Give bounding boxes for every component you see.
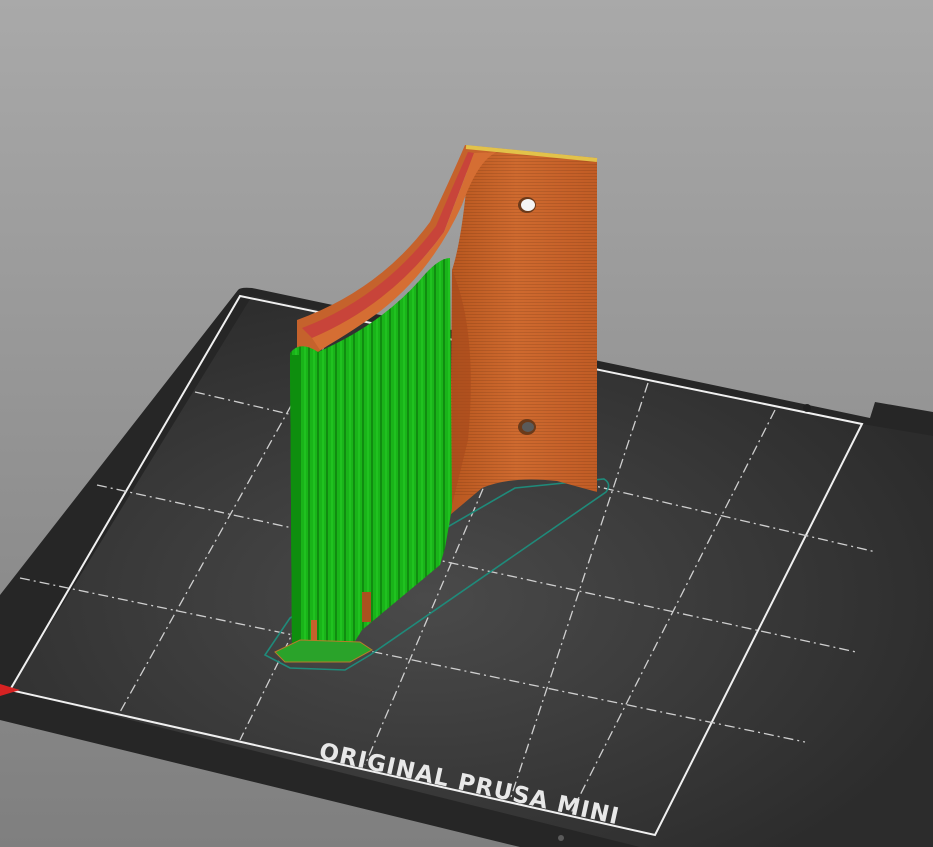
perimeter-post (362, 592, 371, 622)
bed-pin (558, 835, 564, 841)
print-preview-scene[interactable]: ORIGINAL PRUSA MINI (0, 0, 933, 847)
mounting-hole-icon (518, 197, 536, 213)
bed-pin (803, 404, 811, 412)
3d-viewport[interactable]: ORIGINAL PRUSA MINI (0, 0, 933, 847)
mounting-hole-icon (518, 419, 536, 435)
